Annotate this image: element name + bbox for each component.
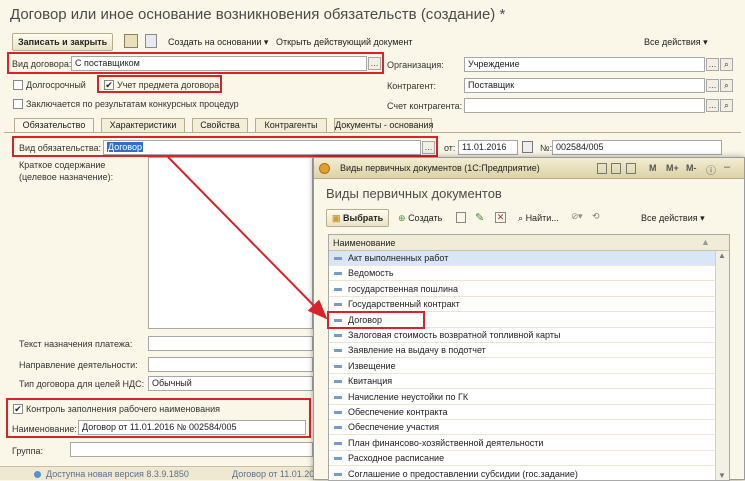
- annotation-arrow: [167, 156, 328, 320]
